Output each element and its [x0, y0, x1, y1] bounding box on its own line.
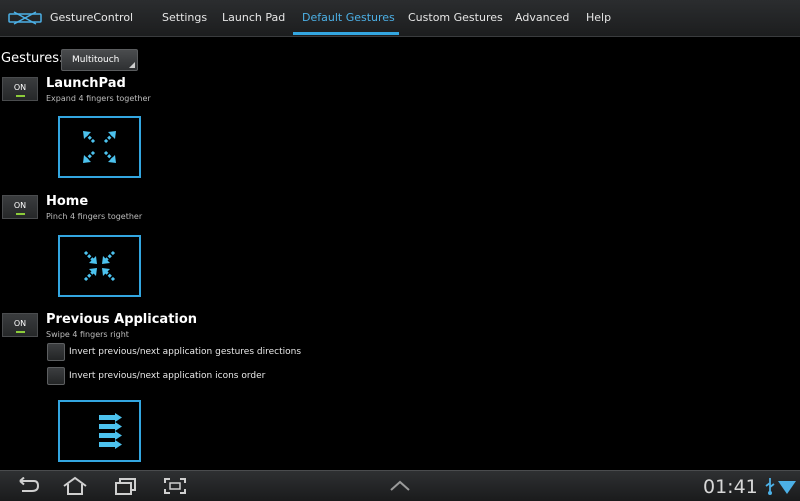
invert-directions-label: Invert previous/next application gesture… — [69, 347, 302, 357]
home-icon[interactable] — [61, 476, 89, 496]
dropdown-corner-icon — [129, 62, 135, 68]
active-tab-indicator — [293, 32, 399, 35]
expand-arrows-icon — [83, 131, 116, 163]
option-invert-icons-order[interactable]: Invert previous/next application icons o… — [47, 367, 297, 385]
tab-advanced[interactable]: Advanced — [515, 11, 569, 24]
previous-application-toggle[interactable]: ON — [2, 313, 38, 337]
toggle-on-indicator — [16, 95, 25, 97]
tab-help[interactable]: Help — [586, 11, 611, 24]
gestures-dropdown-value: Multitouch — [72, 55, 120, 65]
tab-launch-pad[interactable]: Launch Pad — [222, 11, 285, 24]
gesture-preview-launchpad[interactable] — [58, 116, 141, 178]
gesture-title-home: Home — [46, 194, 89, 209]
gesture-preview-home[interactable] — [58, 235, 141, 297]
recent-apps-icon[interactable] — [114, 477, 138, 495]
gesture-subtitle-home: Pinch 4 fingers together — [46, 212, 143, 221]
tab-default-gestures[interactable]: Default Gestures — [302, 11, 395, 24]
gestures-dropdown[interactable]: Multitouch — [61, 49, 138, 71]
swipe-right-arrows-icon — [99, 413, 122, 449]
back-icon[interactable] — [12, 477, 40, 495]
toggle-on-indicator — [16, 213, 25, 215]
app-title: GestureControl — [50, 11, 134, 24]
toggle-label: ON — [13, 83, 27, 92]
gesture-title-previous-application: Previous Application — [46, 312, 198, 327]
system-navigation-bar: 01:41 — [0, 470, 800, 501]
app-logo-icon[interactable] — [8, 9, 42, 27]
gesture-subtitle-launchpad: Expand 4 fingers together — [46, 94, 151, 103]
tab-custom-gestures[interactable]: Custom Gestures — [408, 11, 503, 24]
invert-directions-checkbox[interactable] — [47, 343, 65, 361]
invert-icons-order-checkbox[interactable] — [47, 367, 65, 385]
gesture-title-launchpad: LaunchPad — [46, 76, 126, 91]
gesture-subtitle-previous-application: Swipe 4 fingers right — [46, 330, 129, 339]
gestures-label: Gestures: — [1, 51, 64, 66]
wifi-icon — [778, 481, 796, 494]
clock: 01:41 — [703, 476, 758, 498]
toggle-label: ON — [13, 201, 27, 210]
launchpad-toggle[interactable]: ON — [2, 77, 38, 101]
home-toggle[interactable]: ON — [2, 195, 38, 219]
up-chevron-icon[interactable] — [389, 480, 411, 492]
screenshot-icon[interactable] — [163, 477, 187, 495]
action-bar: GestureControl Settings Launch Pad Defau… — [0, 0, 800, 37]
toggle-label: ON — [13, 319, 27, 328]
toggle-on-indicator — [16, 331, 25, 333]
invert-icons-order-label: Invert previous/next application icons o… — [69, 371, 266, 381]
option-invert-directions[interactable]: Invert previous/next application gesture… — [47, 343, 327, 361]
pinch-arrows-icon — [83, 250, 116, 282]
tab-settings[interactable]: Settings — [162, 11, 207, 24]
usb-icon — [765, 478, 775, 495]
gesture-preview-previous-application[interactable] — [58, 400, 141, 462]
